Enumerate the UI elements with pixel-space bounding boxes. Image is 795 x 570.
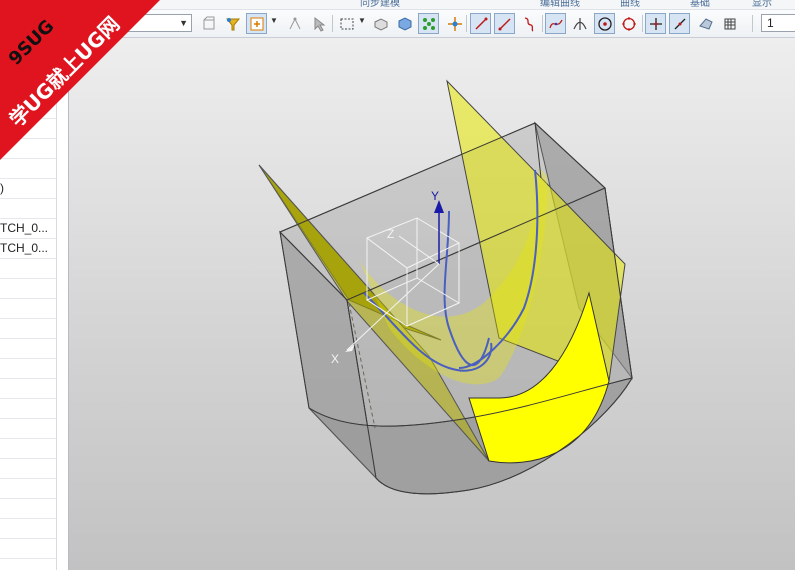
navigator-row[interactable]: [0, 538, 56, 559]
navigator-row[interactable]: [0, 298, 56, 319]
wireframe-view-button[interactable]: [370, 13, 391, 34]
filter-display-button[interactable]: [198, 13, 219, 34]
navigator-row[interactable]: [0, 418, 56, 439]
navigator-row[interactable]: [0, 338, 56, 359]
watermark-banner: [0, 0, 160, 160]
chevron-down-icon[interactable]: ▼: [270, 16, 278, 25]
y-axis-label: Y: [431, 189, 439, 203]
point-button[interactable]: [645, 13, 666, 34]
snap-point-filter-icon: [225, 17, 240, 30]
spline-button[interactable]: [545, 13, 566, 34]
circle-center-button[interactable]: [594, 13, 615, 34]
ribbon-group-label: 曲线: [620, 0, 640, 9]
cursor-query-button[interactable]: [308, 13, 329, 34]
line-tool-button[interactable]: [470, 13, 491, 34]
move-handle-button[interactable]: [444, 13, 465, 34]
snap-vertices-button[interactable]: [418, 13, 439, 34]
navigator-row[interactable]: [0, 518, 56, 539]
graphics-window[interactable]: X Y Z: [69, 38, 795, 570]
chevron-down-icon[interactable]: ▼: [358, 16, 366, 25]
navigator-row[interactable]: TCH_0...: [0, 238, 56, 259]
navigator-row[interactable]: [0, 158, 56, 179]
navigator-row[interactable]: TCH_0...: [0, 218, 56, 239]
cursor-query-icon: [314, 16, 325, 32]
ribbon-group-label: 基础: [690, 0, 710, 9]
line-tool-alt-button[interactable]: [494, 13, 515, 34]
navigator-row[interactable]: [0, 498, 56, 519]
navigator-row[interactable]: [0, 398, 56, 419]
filter-display-icon: [203, 16, 214, 29]
navigator-row[interactable]: [0, 378, 56, 399]
ribbon-group-label: 同步建模: [360, 0, 400, 9]
move-handle-icon: [447, 16, 462, 31]
z-axis-label: Z: [387, 227, 394, 241]
x-axis-label: X: [331, 352, 339, 366]
intersection-icon: [572, 17, 587, 30]
line-icon: [674, 18, 685, 29]
spline-icon: [548, 19, 563, 28]
circle-button[interactable]: [618, 13, 639, 34]
navigator-row[interactable]: [0, 478, 56, 499]
toolbar-separator: [542, 15, 543, 32]
circle-icon: [621, 16, 636, 31]
selection-scope-button[interactable]: [246, 13, 267, 34]
navigator-row[interactable]: [0, 318, 56, 339]
table-icon: [724, 18, 735, 29]
toolbar-separator: [642, 15, 643, 32]
shape-button[interactable]: [695, 13, 716, 34]
snap-vertices-icon: [422, 17, 435, 30]
chevron-down-icon: ▼: [179, 18, 188, 28]
point-inference-icon: [289, 17, 300, 29]
point-icon: [649, 17, 662, 30]
line-tool-icon: [474, 17, 487, 30]
navigator-row[interactable]: [0, 458, 56, 479]
site-watermark-logo: 9SUG 学UG就上UG网: [0, 0, 160, 160]
selection-scope-icon: [250, 17, 263, 30]
navigator-row[interactable]: [0, 438, 56, 459]
rectangle-select-button[interactable]: [336, 13, 357, 34]
model-view[interactable]: X Y Z: [69, 38, 795, 570]
line-button[interactable]: [669, 13, 690, 34]
ribbon-group-label: 显示: [752, 0, 772, 9]
ribbon-group-label: 编辑曲线: [540, 0, 580, 9]
curve-tool-icon: [524, 16, 533, 32]
shape-icon: [698, 17, 713, 30]
navigator-row[interactable]: [0, 358, 56, 379]
shaded-view-button[interactable]: [394, 13, 415, 34]
toolbar-separator: [466, 15, 467, 32]
navigator-row[interactable]: ): [0, 178, 56, 199]
shaded-view-icon: [398, 16, 411, 31]
toolbar-separator: [332, 15, 333, 32]
circle-center-icon: [597, 16, 612, 31]
table-button[interactable]: [719, 13, 740, 34]
navigator-row[interactable]: [0, 258, 56, 279]
toolbar-separator: [752, 15, 753, 32]
snap-point-filter-button[interactable]: [222, 13, 243, 34]
point-inference-button[interactable]: [284, 13, 305, 34]
intersection-button[interactable]: [569, 13, 590, 34]
curve-tool-button[interactable]: [518, 13, 539, 34]
scale-input[interactable]: 1: [761, 14, 795, 32]
line-tool-alt-icon: [498, 17, 511, 30]
rectangle-select-icon: [340, 18, 353, 29]
navigator-row[interactable]: [0, 198, 56, 219]
wireframe-view-icon: [374, 17, 387, 31]
navigator-row[interactable]: [0, 278, 56, 299]
